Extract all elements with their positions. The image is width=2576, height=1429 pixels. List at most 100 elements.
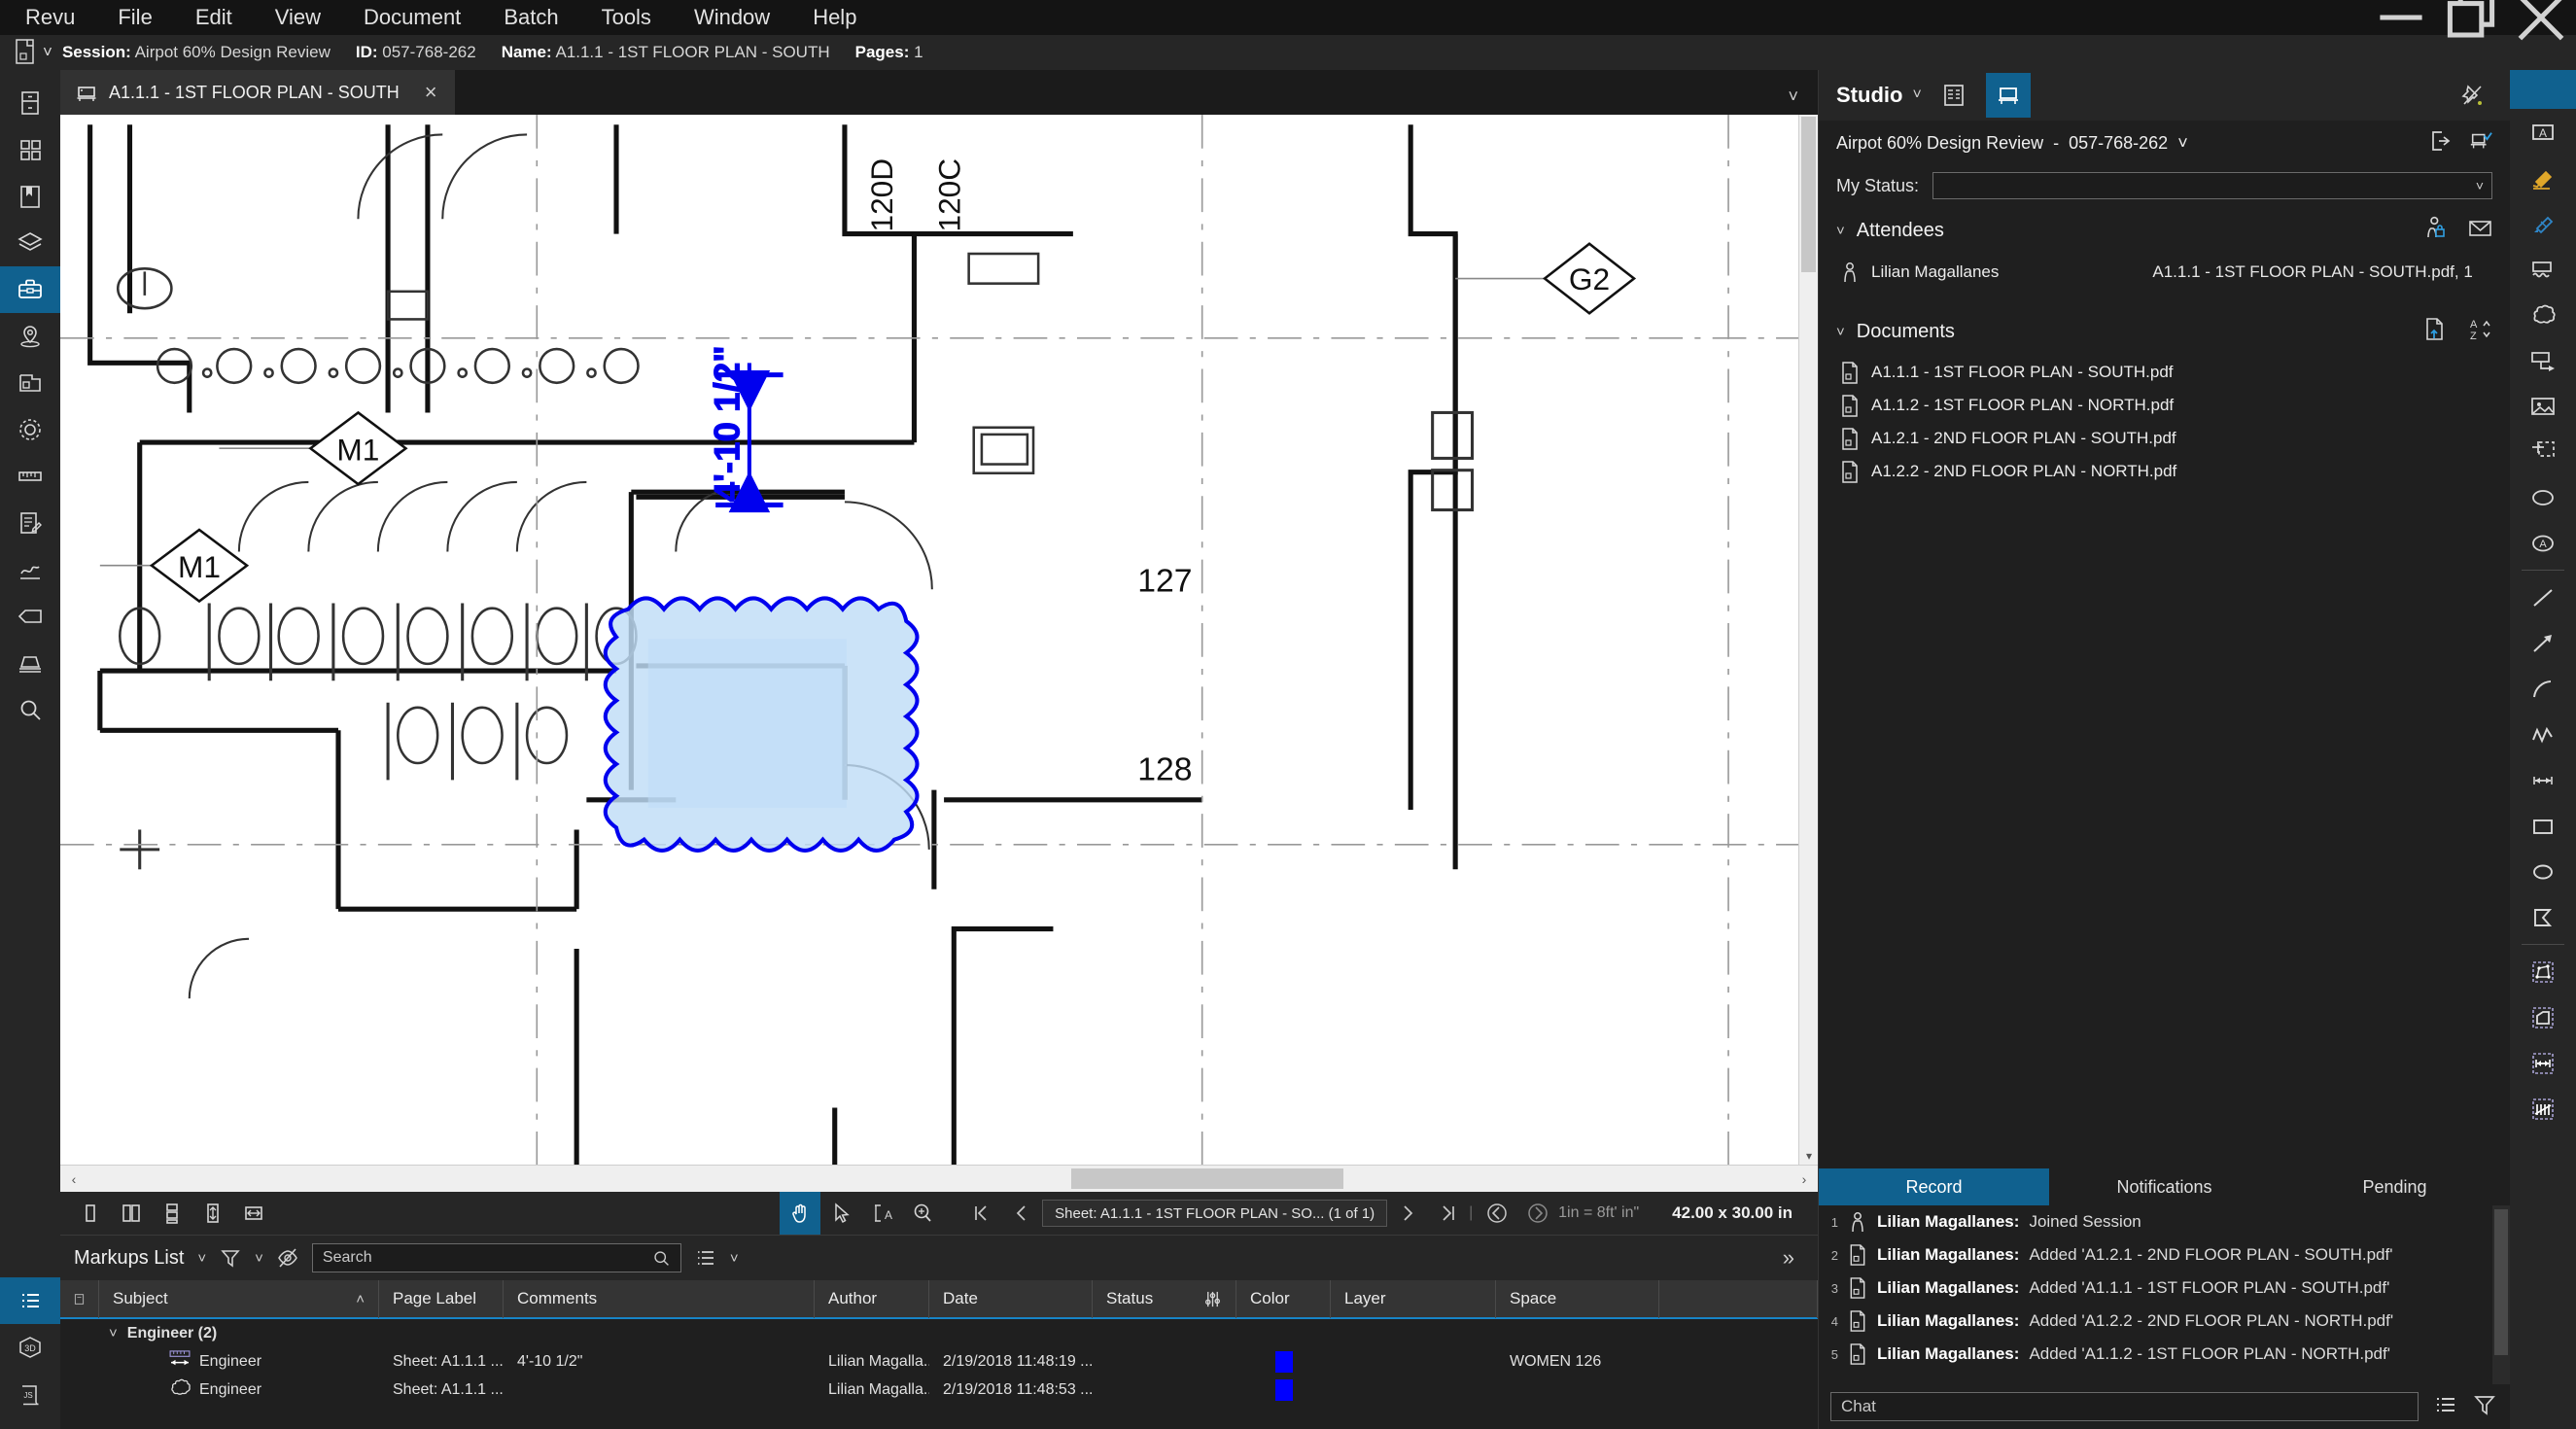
- tab-pending[interactable]: Pending: [2280, 1168, 2510, 1205]
- chat-input[interactable]: Chat: [1830, 1392, 2419, 1421]
- menu-item-file[interactable]: File: [96, 0, 173, 35]
- markups-group-row[interactable]: ˅ Engineer (2): [60, 1319, 1818, 1347]
- restore-icon[interactable]: [2436, 0, 2506, 35]
- menu-item-document[interactable]: Document: [342, 0, 482, 35]
- columns-chevron[interactable]: ˅: [730, 1250, 739, 1267]
- cloud-icon[interactable]: [2510, 292, 2576, 337]
- markups-list-icon[interactable]: [0, 1277, 60, 1324]
- session-doc-button[interactable]: ˅: [8, 38, 62, 67]
- chat-filter-icon[interactable]: [2473, 1393, 2496, 1421]
- polygon-icon[interactable]: [2510, 894, 2576, 940]
- viewer-horizontal-scrollbar[interactable]: ‹ ›: [60, 1165, 1818, 1192]
- next-page-icon[interactable]: [1387, 1192, 1428, 1235]
- pdf-viewer[interactable]: G2 M1 M1 120D 120C 127 128: [60, 115, 1818, 1165]
- leave-session-icon[interactable]: [2428, 129, 2452, 157]
- properties-icon[interactable]: [0, 406, 60, 453]
- menu-item-revu[interactable]: Revu: [0, 0, 96, 35]
- tool-chest-icon[interactable]: [0, 266, 60, 313]
- continuous-icon[interactable]: [152, 1192, 192, 1235]
- record-scrollbar[interactable]: [2492, 1205, 2510, 1384]
- measure-area-icon[interactable]: [2510, 949, 2576, 994]
- markups-search-input[interactable]: Search: [312, 1243, 681, 1272]
- col-subject[interactable]: Subject˄: [99, 1280, 379, 1318]
- prev-page-icon[interactable]: [1001, 1192, 1042, 1235]
- last-page-icon[interactable]: [1428, 1192, 1469, 1235]
- finish-session-icon[interactable]: [2469, 129, 2492, 157]
- callout-icon[interactable]: [2510, 337, 2576, 383]
- documents-chevron[interactable]: ˅: [1836, 324, 1845, 340]
- forms-icon[interactable]: [0, 500, 60, 546]
- signature-icon[interactable]: [0, 546, 60, 593]
- list-item[interactable]: A1.1.2 - 1ST FLOOR PLAN - NORTH.pdf: [1819, 389, 2510, 422]
- list-item[interactable]: 4 Lilian Magallanes: Added 'A1.2.2 - 2ND…: [1819, 1305, 2510, 1338]
- my-status-select[interactable]: ˅: [1932, 172, 2492, 199]
- layers-icon[interactable]: [0, 220, 60, 266]
- filter-icon[interactable]: [220, 1247, 241, 1269]
- markups-title-chevron[interactable]: ˅: [197, 1250, 206, 1267]
- col-date[interactable]: Date: [929, 1280, 1093, 1318]
- dimension-icon[interactable]: [2510, 757, 2576, 803]
- callout-squiggly-icon[interactable]: [2510, 246, 2576, 292]
- col-page-label[interactable]: Page Label: [379, 1280, 504, 1318]
- text-box-icon[interactable]: A: [2510, 109, 2576, 155]
- first-page-icon[interactable]: [960, 1192, 1001, 1235]
- search-icon[interactable]: [0, 686, 60, 733]
- minimize-icon[interactable]: [2366, 0, 2436, 35]
- fit-page-icon[interactable]: [192, 1192, 233, 1235]
- menu-item-view[interactable]: View: [254, 0, 342, 35]
- menu-item-edit[interactable]: Edit: [174, 0, 254, 35]
- studio-projects-icon[interactable]: [1932, 73, 1976, 118]
- table-row[interactable]: Engineer Sheet: A1.1.1 ... 4'-10 1/2" Li…: [60, 1347, 1818, 1376]
- sort-az-icon[interactable]: AZ: [2468, 317, 2492, 346]
- arrow-icon[interactable]: [2510, 620, 2576, 666]
- text-select-icon[interactable]: A: [861, 1192, 902, 1235]
- table-row[interactable]: Engineer Sheet: A1.1.1 ... Lilian Magall…: [60, 1376, 1818, 1404]
- rectangle-icon[interactable]: [2510, 803, 2576, 849]
- list-item[interactable]: 1 Lilian Magallanes: Joined Session: [1819, 1205, 2510, 1238]
- tab-record[interactable]: Record: [1819, 1168, 2049, 1205]
- menu-item-window[interactable]: Window: [673, 0, 791, 35]
- thumbnails-icon[interactable]: [0, 126, 60, 173]
- list-item[interactable]: 2 Lilian Magallanes: Added 'A1.2.1 - 2ND…: [1819, 1238, 2510, 1272]
- session-record-list[interactable]: 1 Lilian Magallanes: Joined Session 2 Li…: [1819, 1205, 2510, 1384]
- scroll-down-icon[interactable]: ▾: [1799, 1147, 1818, 1165]
- menu-item-tools[interactable]: Tools: [580, 0, 673, 35]
- document-tab-close-icon[interactable]: ×: [425, 82, 437, 103]
- columns-icon[interactable]: [695, 1247, 716, 1269]
- group-expand-chevron[interactable]: ˅: [109, 1325, 118, 1342]
- measure-length-icon[interactable]: [2510, 1040, 2576, 1086]
- scroll-left-icon[interactable]: ‹: [60, 1166, 87, 1193]
- measure-count-icon[interactable]: [2510, 1086, 2576, 1132]
- chat-list-icon[interactable]: [2434, 1393, 2457, 1421]
- filter-chevron[interactable]: ˅: [255, 1250, 263, 1267]
- studio-session-chevron[interactable]: ˅: [2177, 133, 2188, 154]
- single-page-icon[interactable]: [70, 1192, 111, 1235]
- col-comments[interactable]: Comments: [504, 1280, 815, 1318]
- hide-markups-icon[interactable]: [277, 1247, 298, 1269]
- highlighter-icon[interactable]: [2510, 155, 2576, 200]
- list-item[interactable]: 5 Lilian Magallanes: Added 'A1.1.2 - 1ST…: [1819, 1338, 2510, 1371]
- two-page-icon[interactable]: [111, 1192, 152, 1235]
- arc-icon[interactable]: [2510, 666, 2576, 712]
- col-color[interactable]: Color: [1236, 1280, 1331, 1318]
- pen-icon[interactable]: [2510, 200, 2576, 246]
- col-author[interactable]: Author: [815, 1280, 929, 1318]
- sets-icon[interactable]: [0, 360, 60, 406]
- oval-icon[interactable]: [2510, 849, 2576, 894]
- tabstrip-overflow-chevron[interactable]: ˅: [1788, 87, 1798, 107]
- fit-width-icon[interactable]: [233, 1192, 274, 1235]
- forward-view-icon[interactable]: [1517, 1192, 1558, 1235]
- list-item[interactable]: Lilian Magallanes A1.1.1 - 1ST FLOOR PLA…: [1819, 255, 2510, 290]
- select-tool-icon[interactable]: [820, 1192, 861, 1235]
- studio-panel-icon[interactable]: [0, 640, 60, 686]
- col-layer[interactable]: Layer: [1331, 1280, 1496, 1318]
- measurements-icon[interactable]: [0, 453, 60, 500]
- viewer-vertical-scrollbar[interactable]: ▴ ▾: [1798, 115, 1818, 1165]
- zoom-tool-icon[interactable]: [902, 1192, 943, 1235]
- javascript-icon[interactable]: JS: [0, 1371, 60, 1417]
- list-item[interactable]: A1.1.1 - 1ST FLOOR PLAN - SOUTH.pdf: [1819, 356, 2510, 389]
- menu-item-batch[interactable]: Batch: [482, 0, 579, 35]
- image-icon[interactable]: [2510, 383, 2576, 429]
- menu-item-help[interactable]: Help: [791, 0, 878, 35]
- col-space[interactable]: Space: [1496, 1280, 1659, 1318]
